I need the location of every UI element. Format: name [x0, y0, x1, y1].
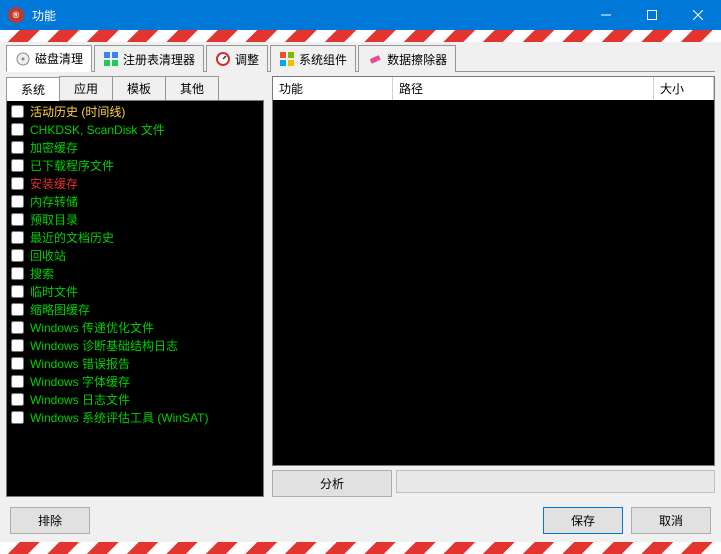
item-checkbox[interactable]	[11, 123, 24, 136]
list-item[interactable]: 回收站	[11, 247, 259, 265]
disk-icon	[15, 51, 31, 67]
item-checkbox[interactable]	[11, 339, 24, 352]
item-label: 已下载程序文件	[30, 157, 114, 174]
list-item[interactable]: 预取目录	[11, 211, 259, 229]
list-item[interactable]: 安装缓存	[11, 175, 259, 193]
item-checkbox[interactable]	[11, 177, 24, 190]
tab-system-components[interactable]: 系统组件	[270, 45, 356, 72]
main-tab-strip: 磁盘清理 注册表清理器 调整 系统组件 数据擦除器	[6, 44, 715, 72]
result-table-header: 功能 路径 大小	[272, 76, 715, 100]
subtab-templates[interactable]: 模板	[112, 76, 166, 100]
col-size[interactable]: 大小	[654, 77, 714, 100]
result-panel	[272, 100, 715, 466]
item-label: 最近的文档历史	[30, 229, 114, 246]
tab-disk-clean[interactable]: 磁盘清理	[6, 45, 92, 72]
titlebar: ® 功能	[0, 0, 721, 30]
item-label: 活动历史 (时间线)	[30, 103, 125, 120]
item-checkbox[interactable]	[11, 141, 24, 154]
item-checkbox[interactable]	[11, 249, 24, 262]
item-checkbox[interactable]	[11, 285, 24, 298]
item-checkbox[interactable]	[11, 159, 24, 172]
item-checkbox[interactable]	[11, 105, 24, 118]
list-item[interactable]: 内存转储	[11, 193, 259, 211]
list-item[interactable]: Windows 系统评估工具 (WinSAT)	[11, 409, 259, 427]
item-checkbox[interactable]	[11, 357, 24, 370]
item-checkbox[interactable]	[11, 375, 24, 388]
tab-tweak[interactable]: 调整	[206, 45, 268, 72]
analyze-button[interactable]: 分析	[272, 470, 392, 497]
item-checkbox[interactable]	[11, 213, 24, 226]
list-item[interactable]: 加密缓存	[11, 139, 259, 157]
list-item[interactable]: Windows 错误报告	[11, 355, 259, 373]
item-checkbox[interactable]	[11, 195, 24, 208]
tab-data-eraser[interactable]: 数据擦除器	[358, 45, 456, 72]
close-button[interactable]	[675, 0, 721, 30]
item-label: Windows 诊断基础结构日志	[30, 337, 178, 354]
hazard-stripe-top	[0, 30, 721, 42]
item-label: Windows 传递优化文件	[30, 319, 154, 336]
list-item[interactable]: CHKDSK, ScanDisk 文件	[11, 121, 259, 139]
subtab-other[interactable]: 其他	[165, 76, 219, 100]
tab-label: 系统组件	[299, 51, 347, 68]
list-item[interactable]: Windows 字体缓存	[11, 373, 259, 391]
list-item[interactable]: 临时文件	[11, 283, 259, 301]
item-label: 预取目录	[30, 211, 78, 228]
maximize-button[interactable]	[629, 0, 675, 30]
hazard-stripe-bottom	[0, 542, 721, 554]
item-label: 内存转储	[30, 193, 78, 210]
tab-label: 数据擦除器	[387, 51, 447, 68]
window-title: 功能	[32, 7, 583, 24]
list-item[interactable]: Windows 诊断基础结构日志	[11, 337, 259, 355]
item-checkbox[interactable]	[11, 267, 24, 280]
minimize-button[interactable]	[583, 0, 629, 30]
item-checkbox[interactable]	[11, 231, 24, 244]
app-icon: ®	[8, 7, 24, 23]
item-checkbox[interactable]	[11, 393, 24, 406]
list-item[interactable]: 活动历史 (时间线)	[11, 103, 259, 121]
cleaner-list-panel: 活动历史 (时间线)CHKDSK, ScanDisk 文件加密缓存已下载程序文件…	[6, 100, 264, 497]
subtab-apps[interactable]: 应用	[59, 76, 113, 100]
list-item[interactable]: Windows 日志文件	[11, 391, 259, 409]
item-label: 缩略图缓存	[30, 301, 90, 318]
eraser-icon	[367, 51, 383, 67]
sub-tab-strip: 系统 应用 模板 其他	[6, 76, 264, 100]
list-item[interactable]: 最近的文档历史	[11, 229, 259, 247]
col-function[interactable]: 功能	[273, 77, 393, 100]
item-checkbox[interactable]	[11, 303, 24, 316]
progress-placeholder	[396, 470, 715, 493]
gauge-icon	[215, 51, 231, 67]
tab-label: 调整	[235, 51, 259, 68]
tab-registry-cleaner[interactable]: 注册表清理器	[94, 45, 204, 72]
item-label: Windows 系统评估工具 (WinSAT)	[30, 409, 208, 426]
item-label: Windows 错误报告	[30, 355, 130, 372]
exclude-button[interactable]: 排除	[10, 507, 90, 534]
item-checkbox[interactable]	[11, 321, 24, 334]
item-checkbox[interactable]	[11, 411, 24, 424]
cancel-button[interactable]: 取消	[631, 507, 711, 534]
save-button[interactable]: 保存	[543, 507, 623, 534]
tab-label: 注册表清理器	[123, 51, 195, 68]
item-label: Windows 日志文件	[30, 391, 130, 408]
tab-label: 磁盘清理	[35, 50, 83, 67]
list-item[interactable]: 已下载程序文件	[11, 157, 259, 175]
item-label: 加密缓存	[30, 139, 78, 156]
list-item[interactable]: 搜索	[11, 265, 259, 283]
item-label: 回收站	[30, 247, 66, 264]
col-path[interactable]: 路径	[393, 77, 654, 100]
item-label: CHKDSK, ScanDisk 文件	[30, 121, 165, 138]
item-label: Windows 字体缓存	[30, 373, 130, 390]
item-label: 搜索	[30, 265, 54, 282]
subtab-system[interactable]: 系统	[6, 77, 60, 101]
item-label: 安装缓存	[30, 175, 78, 192]
registry-icon	[103, 51, 119, 67]
windows-icon	[279, 51, 295, 67]
item-label: 临时文件	[30, 283, 78, 300]
list-item[interactable]: Windows 传递优化文件	[11, 319, 259, 337]
list-item[interactable]: 缩略图缓存	[11, 301, 259, 319]
